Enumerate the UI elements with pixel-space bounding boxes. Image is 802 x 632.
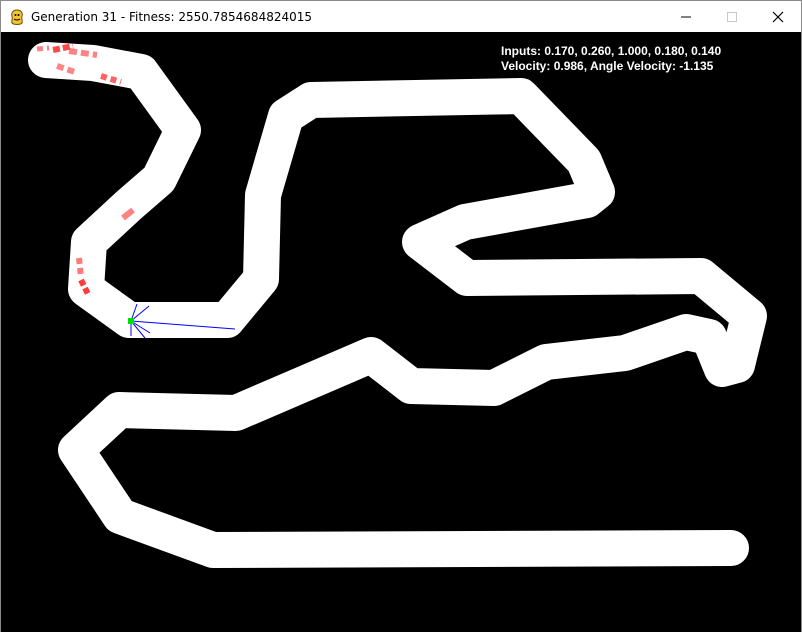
maximize-button[interactable] bbox=[709, 1, 755, 32]
hud-overlay: Inputs: 0.170, 0.260, 1.000, 0.180, 0.14… bbox=[501, 44, 721, 74]
window-title: Generation 31 - Fitness: 2550.7854684824… bbox=[31, 9, 313, 24]
player-car bbox=[128, 318, 134, 324]
minimize-button[interactable] bbox=[663, 1, 709, 32]
pygame-snake-icon bbox=[11, 8, 23, 25]
window-controls bbox=[663, 1, 801, 32]
track-path bbox=[28, 42, 767, 568]
maximize-icon bbox=[727, 11, 737, 22]
inputs-readout: Inputs: 0.170, 0.260, 1.000, 0.180, 0.14… bbox=[501, 44, 722, 58]
game-window: Generation 31 - Fitness: 2550.7854684824… bbox=[0, 0, 802, 632]
close-icon bbox=[772, 11, 784, 22]
game-canvas[interactable]: Inputs: 0.170, 0.260, 1.000, 0.180, 0.14… bbox=[1, 32, 801, 632]
velocity-readout: Velocity: 0.986, Angle Velocity: -1.135 bbox=[501, 59, 714, 73]
race-track bbox=[28, 42, 767, 568]
close-button[interactable] bbox=[755, 1, 801, 32]
minimize-icon bbox=[681, 16, 691, 17]
title-bar[interactable]: Generation 31 - Fitness: 2550.7854684824… bbox=[1, 1, 801, 32]
